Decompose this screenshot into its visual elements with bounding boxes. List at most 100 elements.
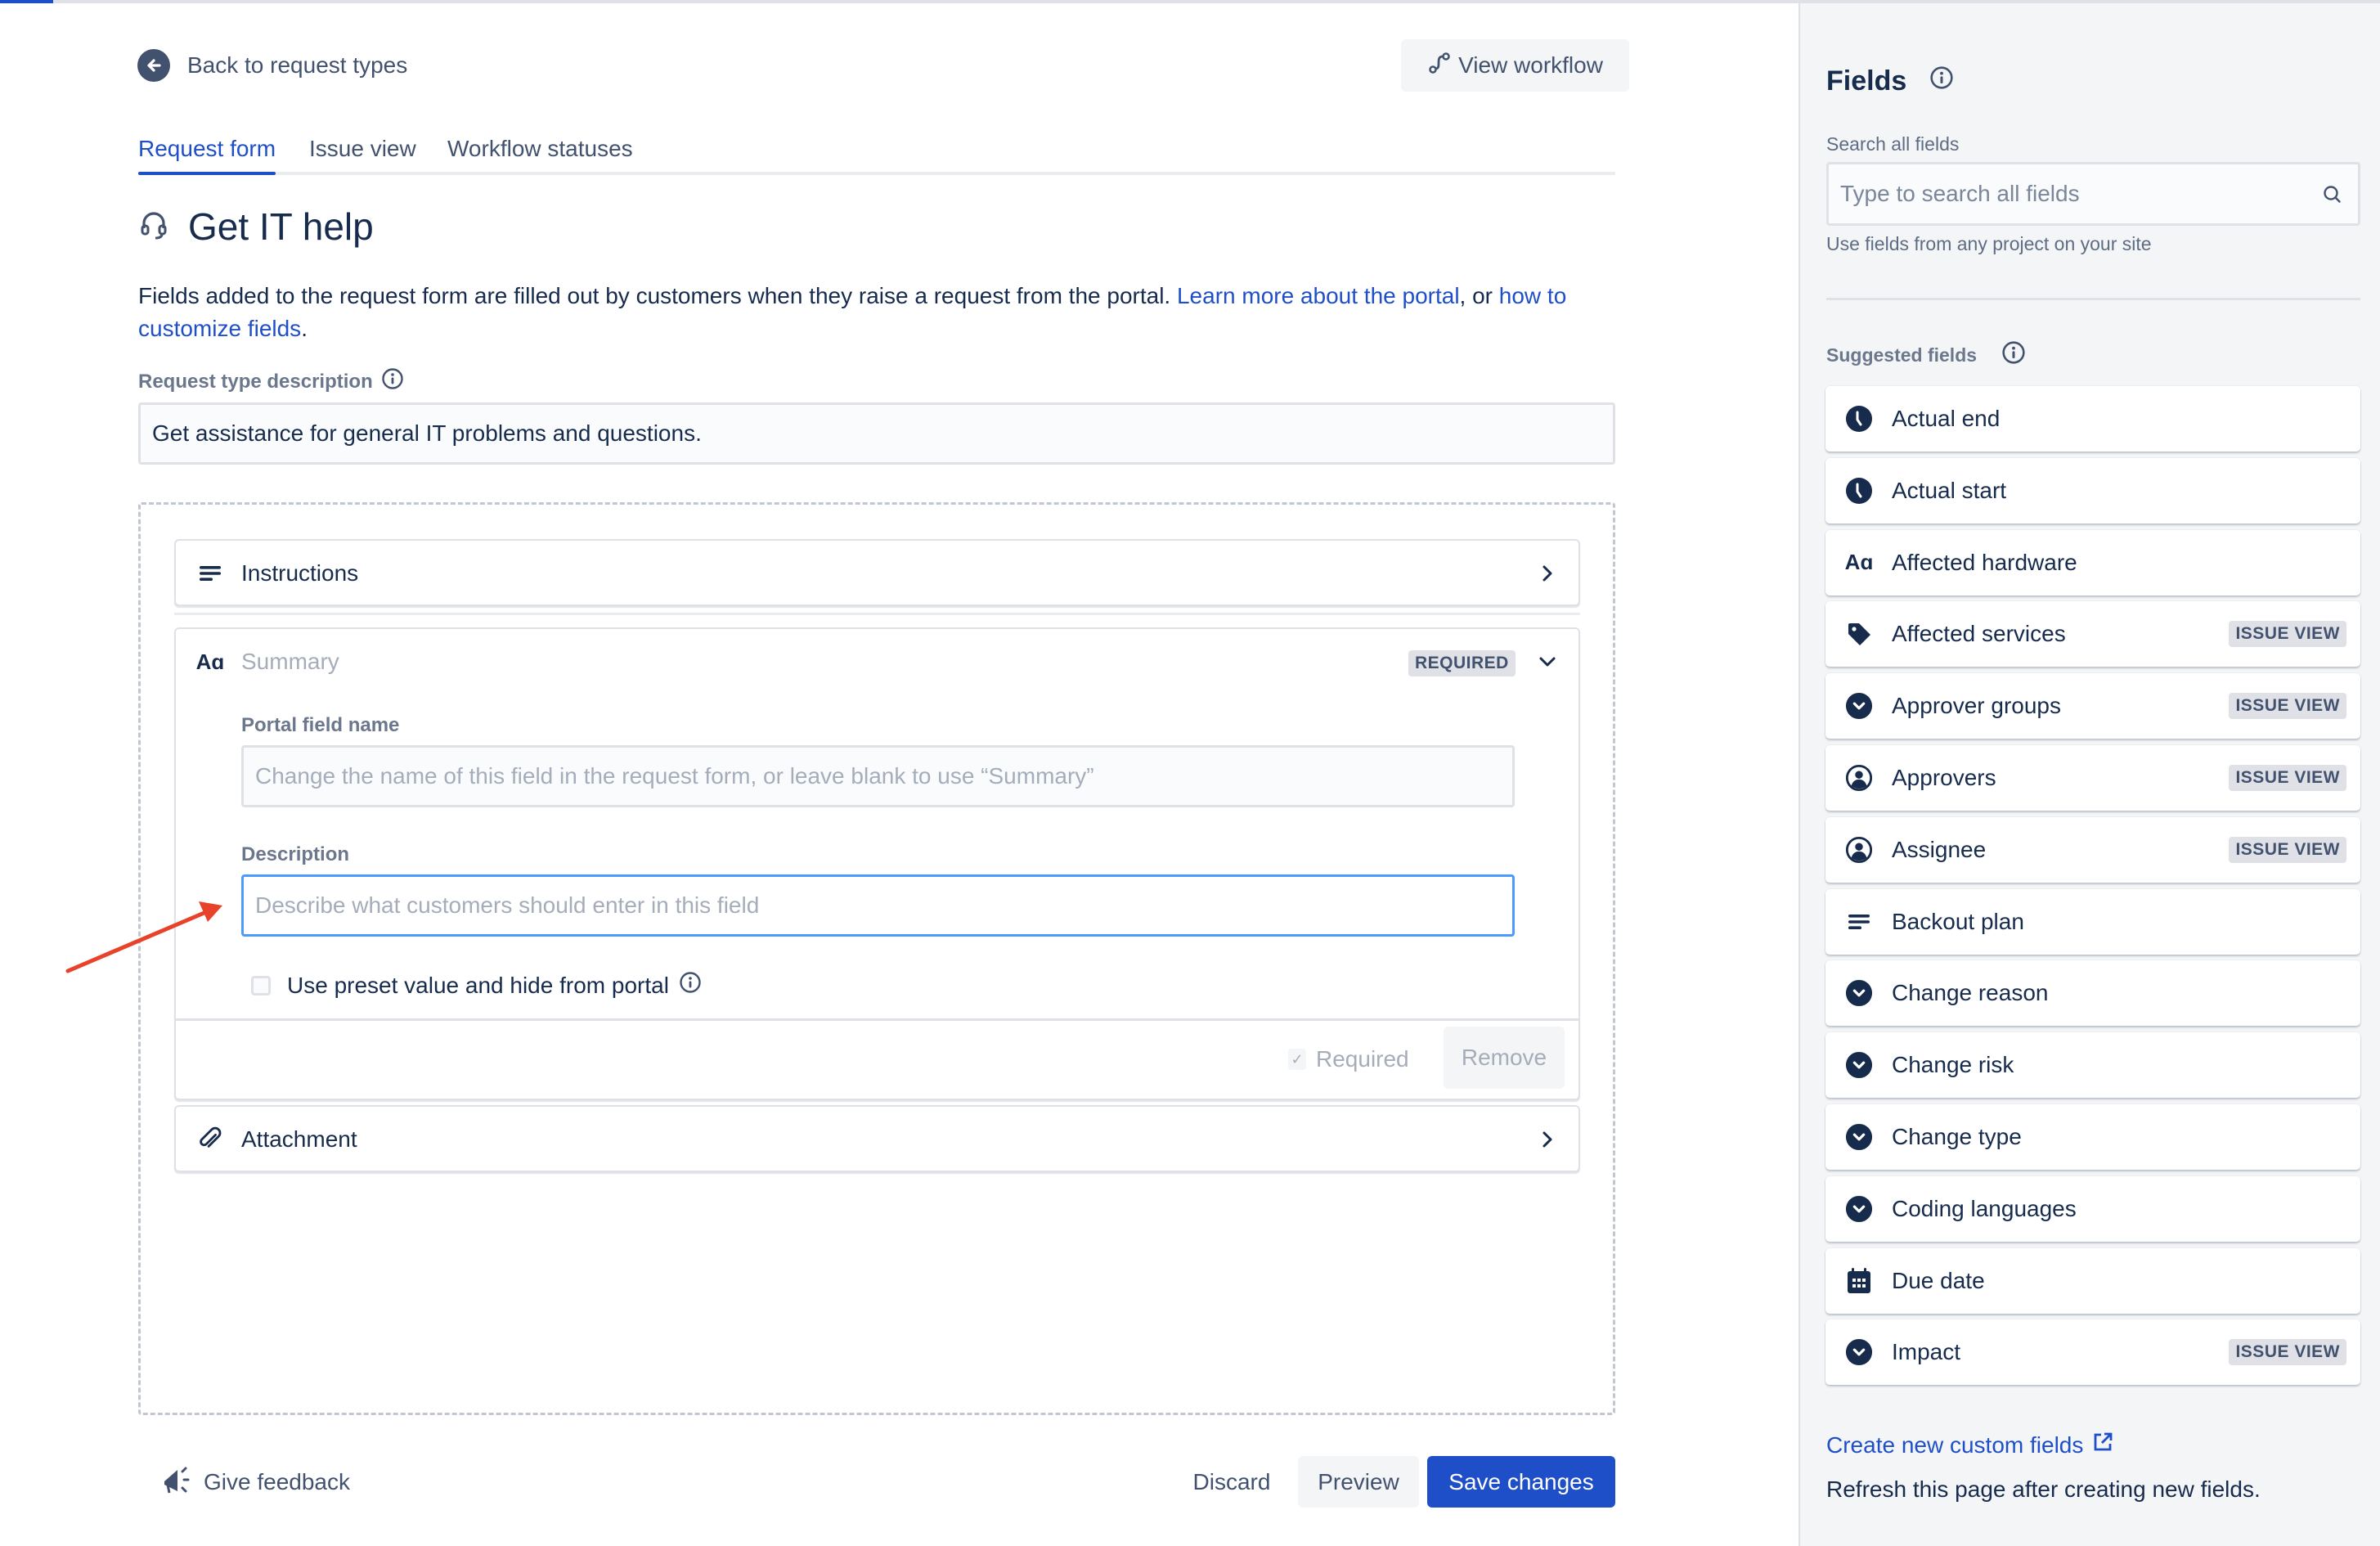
dropdown-icon <box>1845 692 1873 720</box>
suggested-field-label: Impact <box>1892 1339 1961 1365</box>
suggested-field-label: Coding languages <box>1892 1195 2077 1221</box>
create-custom-fields-link[interactable]: Create new custom fields <box>1826 1431 2114 1459</box>
text-lines-icon <box>1845 908 1873 936</box>
suggested-field-item[interactable]: Actual start <box>1825 457 2360 524</box>
suggested-field-item[interactable]: Coding languages <box>1825 1175 2360 1242</box>
issue-view-badge: ISSUE VIEW <box>2229 765 2346 791</box>
clock-icon <box>1845 405 1873 433</box>
discard-button[interactable]: Discard <box>1171 1456 1292 1508</box>
clock-icon <box>1845 477 1873 505</box>
suggested-field-item[interactable]: Affected services ISSUE VIEW <box>1825 601 2360 667</box>
required-badge: REQUIRED <box>1408 650 1516 676</box>
suggested-field-label: Approvers <box>1892 765 1996 790</box>
suggested-field-item[interactable]: Change type <box>1825 1104 2360 1170</box>
portal-field-name-placeholder: Change the name of this field in the req… <box>255 763 1094 789</box>
suggested-field-item[interactable]: Impact ISSUE VIEW <box>1825 1319 2360 1386</box>
suggested-field-label: Assignee <box>1892 836 1987 862</box>
suggested-field-item[interactable]: Approvers ISSUE VIEW <box>1825 745 2360 811</box>
remove-button[interactable]: Remove <box>1444 1027 1565 1089</box>
suggested-field-label: Actual start <box>1892 477 2007 503</box>
megaphone-icon <box>159 1463 192 1502</box>
request-type-description-label: Request type description <box>138 367 404 396</box>
info-icon[interactable] <box>1929 65 1954 97</box>
calendar-icon <box>1845 1267 1873 1295</box>
description-input[interactable]: Describe what customers should enter in … <box>241 874 1515 937</box>
person-icon <box>1845 836 1873 864</box>
issue-view-badge: ISSUE VIEW <box>2229 1339 2346 1366</box>
search-fields-input[interactable]: Type to search all fields <box>1826 162 2360 226</box>
intro-text: Fields added to the request form are fil… <box>138 283 1177 308</box>
attachment-label: Attachment <box>241 1126 357 1152</box>
give-feedback-label: Give feedback <box>204 1469 350 1494</box>
info-icon[interactable] <box>381 367 404 396</box>
text-aa-icon: Aɑ <box>1844 550 1874 575</box>
intro-end: . <box>301 316 308 341</box>
checkmark-icon: ✓ <box>1288 1049 1306 1070</box>
chevron-right-icon[interactable] <box>1538 1130 1557 1149</box>
search-placeholder: Type to search all fields <box>1840 181 2080 206</box>
suggested-field-item[interactable]: Approver groups ISSUE VIEW <box>1825 673 2360 739</box>
tag-icon <box>1845 620 1873 648</box>
person-icon <box>1845 764 1873 792</box>
tab-issue-view[interactable]: Issue view <box>309 133 416 172</box>
headset-icon <box>137 209 170 245</box>
chevron-right-icon[interactable] <box>1538 564 1557 583</box>
form-field-instructions[interactable]: Instructions <box>174 539 1580 606</box>
workflow-icon <box>1427 51 1452 81</box>
create-link-text: Create new custom fields <box>1826 1431 2084 1458</box>
view-workflow-button[interactable]: View workflow <box>1401 39 1629 92</box>
suggested-field-label: Due date <box>1892 1267 1985 1293</box>
form-field-summary: Aɑ Summary REQUIRED Portal field name Ch… <box>174 627 1580 1100</box>
suggested-field-label: Backout plan <box>1892 908 2024 934</box>
suggested-field-item[interactable]: Actual end <box>1825 386 2360 452</box>
back-label: Back to request types <box>187 52 408 78</box>
suggested-field-item[interactable]: Assignee ISSUE VIEW <box>1825 816 2360 883</box>
chevron-down-icon[interactable] <box>1538 652 1557 672</box>
dropdown-icon <box>1845 979 1873 1007</box>
dropdown-icon <box>1845 1338 1873 1366</box>
fields-title-text: Fields <box>1826 65 1907 97</box>
request-type-description-input[interactable]: Get assistance for general IT problems a… <box>138 402 1615 465</box>
paperclip-icon <box>199 1126 222 1151</box>
dropdown-icon <box>1845 1195 1873 1223</box>
tab-request-form[interactable]: Request form <box>138 133 276 175</box>
summary-header[interactable]: Aɑ Summary REQUIRED <box>176 629 1578 694</box>
search-help-text: Use fields from any project on your site <box>1826 233 2152 254</box>
suggested-field-item[interactable]: Due date <box>1825 1247 2360 1314</box>
instructions-label: Instructions <box>241 560 359 586</box>
form-field-attachment[interactable]: Attachment <box>174 1105 1580 1172</box>
panel-divider <box>1826 298 2360 300</box>
search-fields-label: Search all fields <box>1826 133 1960 155</box>
learn-more-portal-link[interactable]: Learn more about the portal <box>1177 283 1460 308</box>
tab-workflow-statuses[interactable]: Workflow statuses <box>447 133 633 172</box>
page-title: Get IT help <box>137 204 374 249</box>
give-feedback-button[interactable]: Give feedback <box>159 1464 350 1500</box>
field-separator <box>174 613 1580 615</box>
save-changes-button[interactable]: Save changes <box>1427 1456 1615 1508</box>
info-icon[interactable] <box>2001 340 2026 370</box>
preset-value-option[interactable]: Use preset value and hide from portal <box>241 971 702 1000</box>
info-icon[interactable] <box>679 971 702 1000</box>
tab-bar: Request form Issue view Workflow statuse… <box>138 133 1615 175</box>
arrow-left-icon <box>137 49 170 82</box>
required-toggle[interactable]: ✓ Required <box>1288 1046 1409 1072</box>
back-to-request-types-link[interactable]: Back to request types <box>137 49 407 82</box>
intro-mid: , or <box>1459 283 1499 308</box>
dropdown-icon <box>1845 1051 1873 1079</box>
preset-value-checkbox[interactable] <box>251 975 271 995</box>
suggested-field-label: Actual end <box>1892 406 2001 431</box>
suggested-field-item[interactable]: Change reason <box>1825 960 2360 1027</box>
preview-button[interactable]: Preview <box>1298 1456 1419 1508</box>
fields-panel-title: Fields <box>1826 65 1954 97</box>
suggested-fields-label: Suggested fields <box>1826 340 2026 370</box>
rtd-label-text: Request type description <box>138 370 373 393</box>
text-lines-icon <box>199 562 222 585</box>
portal-field-name-input[interactable]: Change the name of this field in the req… <box>241 745 1515 807</box>
suggested-field-item[interactable]: Backout plan <box>1825 888 2360 955</box>
view-workflow-label: View workflow <box>1458 52 1603 78</box>
required-label: Required <box>1316 1046 1409 1072</box>
search-icon <box>2322 184 2343 211</box>
suggested-field-item[interactable]: Change risk <box>1825 1032 2360 1099</box>
suggested-field-item[interactable]: Aɑ Affected hardware <box>1825 529 2360 595</box>
external-link-icon <box>2091 1431 2114 1459</box>
